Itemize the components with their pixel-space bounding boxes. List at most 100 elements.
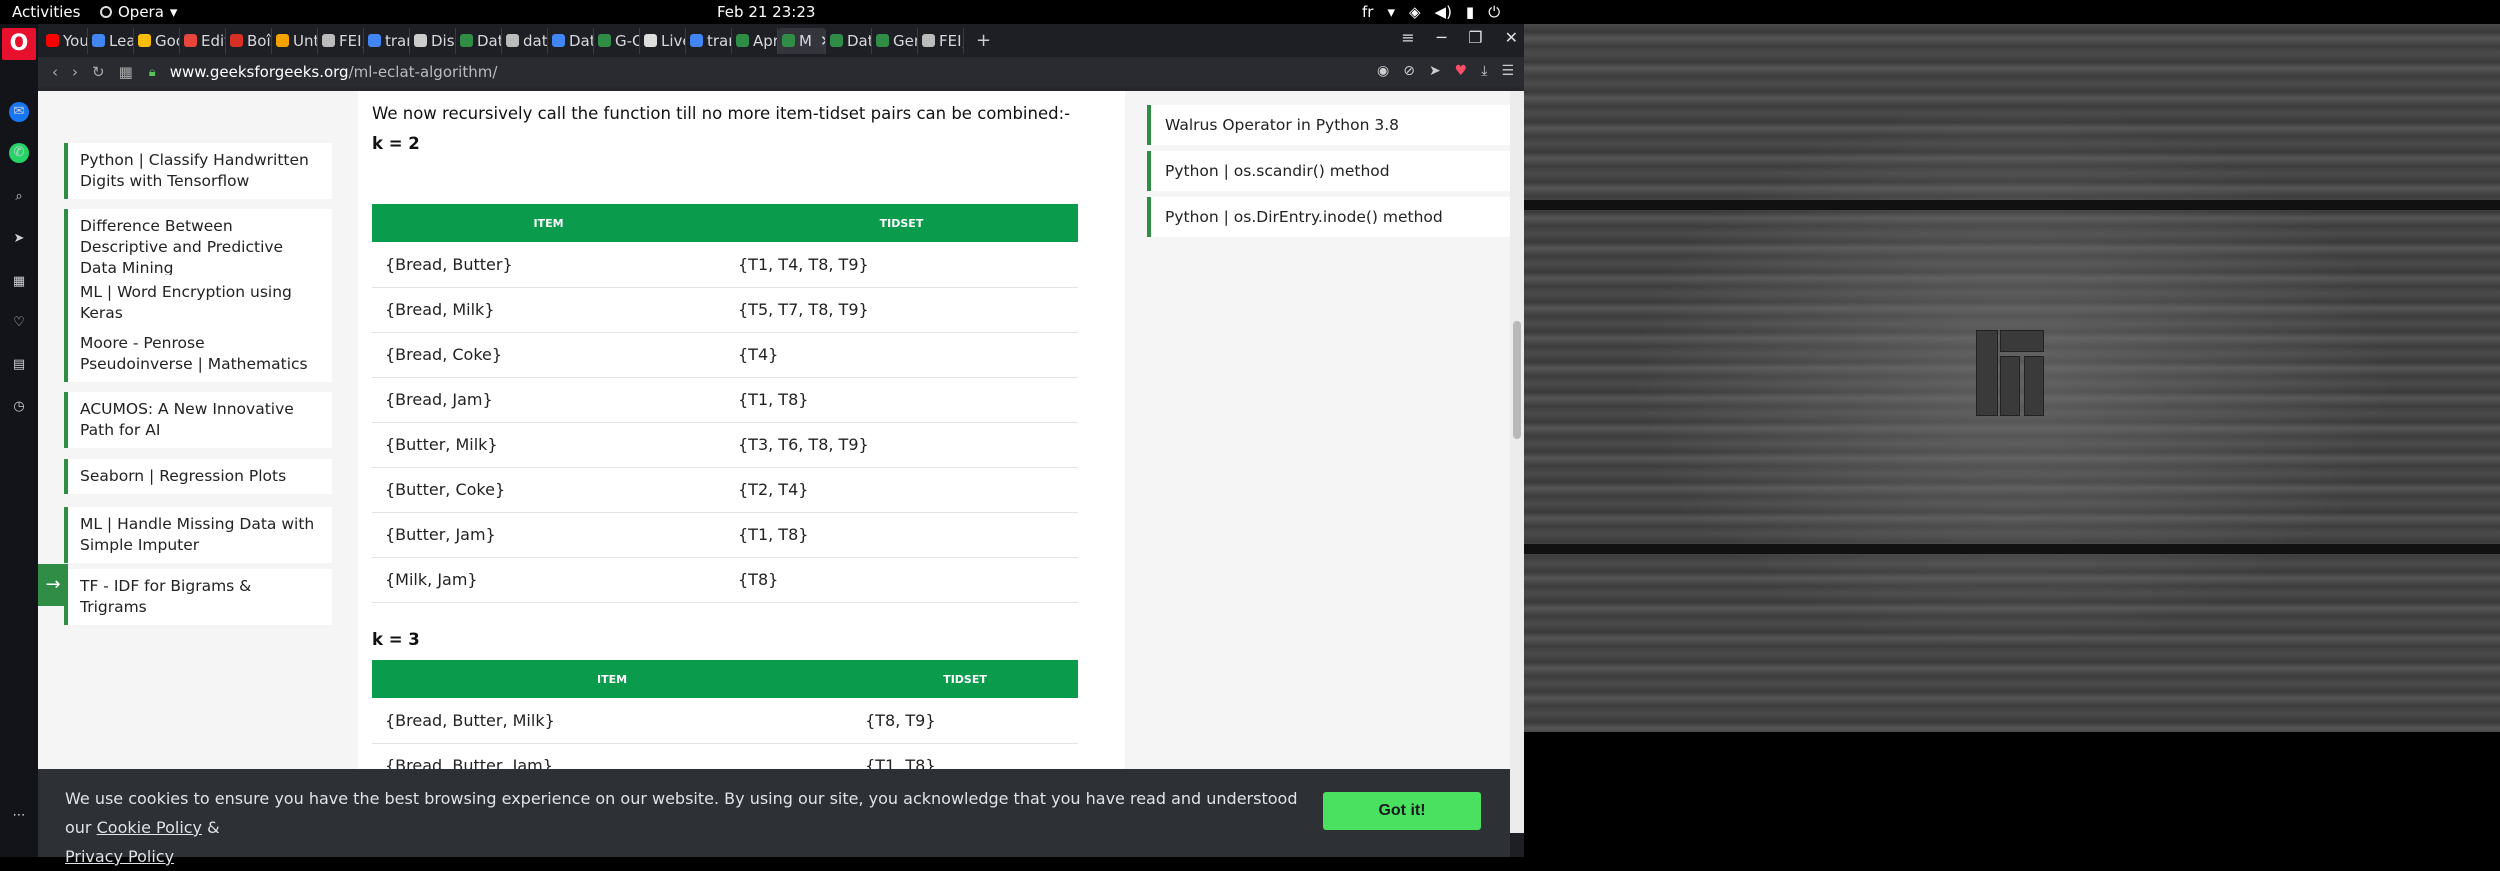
related-article-link[interactable]: Seaborn | Regression Plots bbox=[64, 459, 332, 494]
window-controls: ≡ ─ ❐ ✕ bbox=[1401, 28, 1518, 47]
item-cell: {Bread, Butter, Milk} bbox=[372, 698, 853, 744]
browser-tab[interactable]: You bbox=[42, 27, 88, 54]
related-article-link[interactable]: Walrus Operator in Python 3.8 bbox=[1147, 105, 1510, 145]
related-article-link[interactable]: Python | os.scandir() method bbox=[1147, 151, 1510, 191]
browser-tab[interactable]: Data bbox=[826, 27, 872, 54]
col-tidset-header: TIDSET bbox=[725, 204, 1078, 242]
keyboard-layout[interactable]: fr bbox=[1362, 3, 1373, 21]
back-icon[interactable]: ‹ bbox=[52, 63, 58, 81]
tab-label: Unti bbox=[293, 31, 317, 50]
browser-tab[interactable]: FEI, bbox=[918, 27, 964, 54]
tab-favicon-icon bbox=[782, 34, 795, 47]
forward-icon[interactable]: › bbox=[72, 63, 78, 81]
related-article-link[interactable]: TF - IDF for Bigrams & Trigrams bbox=[64, 569, 332, 625]
block-icon[interactable]: ⊘ bbox=[1403, 63, 1415, 79]
browser-tab[interactable]: M✕ bbox=[778, 27, 826, 54]
history-icon[interactable]: ◷ bbox=[9, 397, 29, 417]
got-it-button[interactable]: Got it! bbox=[1323, 792, 1481, 830]
scrollbar-thumb[interactable] bbox=[1513, 321, 1521, 439]
tab-label: Edit bbox=[201, 31, 225, 50]
tidset-cell: {T1, T4, T8, T9} bbox=[725, 242, 1078, 288]
tabs-overview-icon[interactable]: ▦ bbox=[119, 63, 133, 81]
browser-tab[interactable]: Lea bbox=[88, 27, 134, 54]
reload-icon[interactable]: ↻ bbox=[92, 63, 105, 81]
related-article-link[interactable]: ACUMOS: A New Innovative Path for AI bbox=[64, 392, 332, 448]
tab-label: Apri bbox=[753, 31, 777, 50]
search-icon[interactable]: ⌕ bbox=[9, 187, 29, 207]
new-tab-button[interactable]: + bbox=[976, 30, 991, 51]
tidset-cell: {T1, T8} bbox=[725, 377, 1078, 423]
opera-app-icon bbox=[100, 6, 112, 18]
browser-tab[interactable]: Data bbox=[456, 27, 502, 54]
minimize-button[interactable]: ─ bbox=[1437, 28, 1447, 47]
power-icon: ⏻ bbox=[1488, 3, 1501, 21]
browser-tab[interactable]: Data bbox=[548, 27, 594, 54]
camera-icon[interactable]: ◉ bbox=[1377, 63, 1389, 79]
related-article-link[interactable]: Python | os.DirEntry.inode() method bbox=[1147, 197, 1510, 237]
table-row: {Bread, Butter, Milk} {T8, T9} bbox=[372, 698, 1078, 744]
page-scrollbar[interactable] bbox=[1510, 91, 1524, 833]
related-article-link[interactable]: ML | Word Encryption using Keras bbox=[64, 275, 332, 331]
browser-tab[interactable]: Goo bbox=[134, 27, 180, 54]
related-article-link[interactable]: Moore - Penrose Pseudoinverse | Mathemat… bbox=[64, 326, 332, 382]
whatsapp-icon[interactable]: ✆ bbox=[9, 143, 29, 163]
system-top-bar: Activities Opera ▾ Feb 21 23:23 fr ▾ ◈ ◀… bbox=[0, 0, 2500, 24]
tab-label: Goo bbox=[155, 31, 179, 50]
browser-tab[interactable]: tran bbox=[364, 27, 410, 54]
url-field[interactable]: www.geeksforgeeks.org/ml-eclat-algorithm… bbox=[170, 63, 498, 81]
item-cell: {Butter, Milk} bbox=[372, 422, 725, 468]
browser-tab[interactable]: data bbox=[502, 27, 548, 54]
speed-dial-icon[interactable]: ▦ bbox=[9, 272, 29, 292]
lock-icon[interactable]: 🔒︎ bbox=[149, 65, 156, 80]
desktop-bottom bbox=[1524, 732, 2500, 857]
send-icon[interactable]: ➤ bbox=[1429, 63, 1441, 79]
tab-label: tran bbox=[385, 31, 409, 50]
more-icon[interactable]: ⋯ bbox=[9, 806, 29, 826]
browser-tab[interactable]: tran bbox=[686, 27, 732, 54]
send-icon[interactable]: ➤ bbox=[9, 229, 29, 249]
clock[interactable]: Feb 21 23:23 bbox=[717, 3, 815, 21]
browser-tab[interactable]: Boît bbox=[226, 27, 272, 54]
related-article-link[interactable]: Python | Classify Handwritten Digits wit… bbox=[64, 143, 332, 199]
tab-label: data bbox=[523, 31, 548, 50]
arrow-right-icon[interactable]: → bbox=[38, 564, 68, 606]
browser-tab[interactable]: Gen bbox=[872, 27, 918, 54]
tab-label: Live bbox=[661, 31, 685, 50]
menu-icon[interactable]: ☰ bbox=[1501, 63, 1514, 79]
restore-button[interactable]: ❐ bbox=[1468, 28, 1482, 47]
heart-icon[interactable]: ♥ bbox=[1455, 63, 1468, 79]
item-cell: {Bread, Butter} bbox=[372, 242, 725, 288]
browser-tab[interactable]: Edit bbox=[180, 27, 226, 54]
browser-tab[interactable]: Unti bbox=[272, 27, 318, 54]
tab-label: Lea bbox=[109, 31, 134, 50]
news-icon[interactable]: ▤ bbox=[9, 355, 29, 375]
cookie-policy-link[interactable]: Cookie Policy bbox=[97, 818, 202, 837]
plank-divider bbox=[1524, 544, 2500, 554]
system-tray[interactable]: fr ▾ ◈ ◀) ▮ ⏻ bbox=[1362, 3, 1500, 21]
tab-favicon-icon bbox=[92, 34, 105, 47]
tabs: You Lea Goo Edit Boît Unti FEI, tran Disc Data dat… bbox=[42, 27, 964, 54]
tab-label: Boît bbox=[247, 31, 271, 50]
related-article-link[interactable]: ML | Handle Missing Data with Simple Imp… bbox=[64, 507, 332, 563]
close-button[interactable]: ✕ bbox=[1505, 28, 1518, 47]
tidset-cell: {T2, T4} bbox=[725, 467, 1078, 513]
activities-button[interactable]: Activities bbox=[12, 3, 80, 21]
browser-tab[interactable]: Live bbox=[640, 27, 686, 54]
browser-tab[interactable]: Apri bbox=[732, 27, 778, 54]
browser-tab[interactable]: Disc bbox=[410, 27, 456, 54]
heart-icon[interactable]: ♡ bbox=[9, 313, 29, 333]
browser-tab[interactable]: FEI, bbox=[318, 27, 364, 54]
tab-favicon-icon bbox=[506, 34, 519, 47]
tab-label: You bbox=[63, 31, 88, 50]
table-row: {Milk, Jam} {T8} bbox=[372, 557, 1078, 603]
tab-favicon-icon bbox=[876, 34, 889, 47]
download-icon[interactable]: ⤓ bbox=[1481, 63, 1487, 79]
messenger-icon[interactable]: ✉ bbox=[9, 102, 29, 122]
opera-logo-icon[interactable]: O bbox=[2, 28, 36, 60]
tab-menu-icon[interactable]: ≡ bbox=[1401, 28, 1414, 47]
app-menu[interactable]: Opera ▾ bbox=[100, 3, 177, 21]
table-row: {Butter, Jam} {T1, T8} bbox=[372, 512, 1078, 558]
tab-favicon-icon bbox=[830, 34, 843, 47]
tab-label: M bbox=[799, 31, 812, 50]
browser-tab[interactable]: G-Cl bbox=[594, 27, 640, 54]
